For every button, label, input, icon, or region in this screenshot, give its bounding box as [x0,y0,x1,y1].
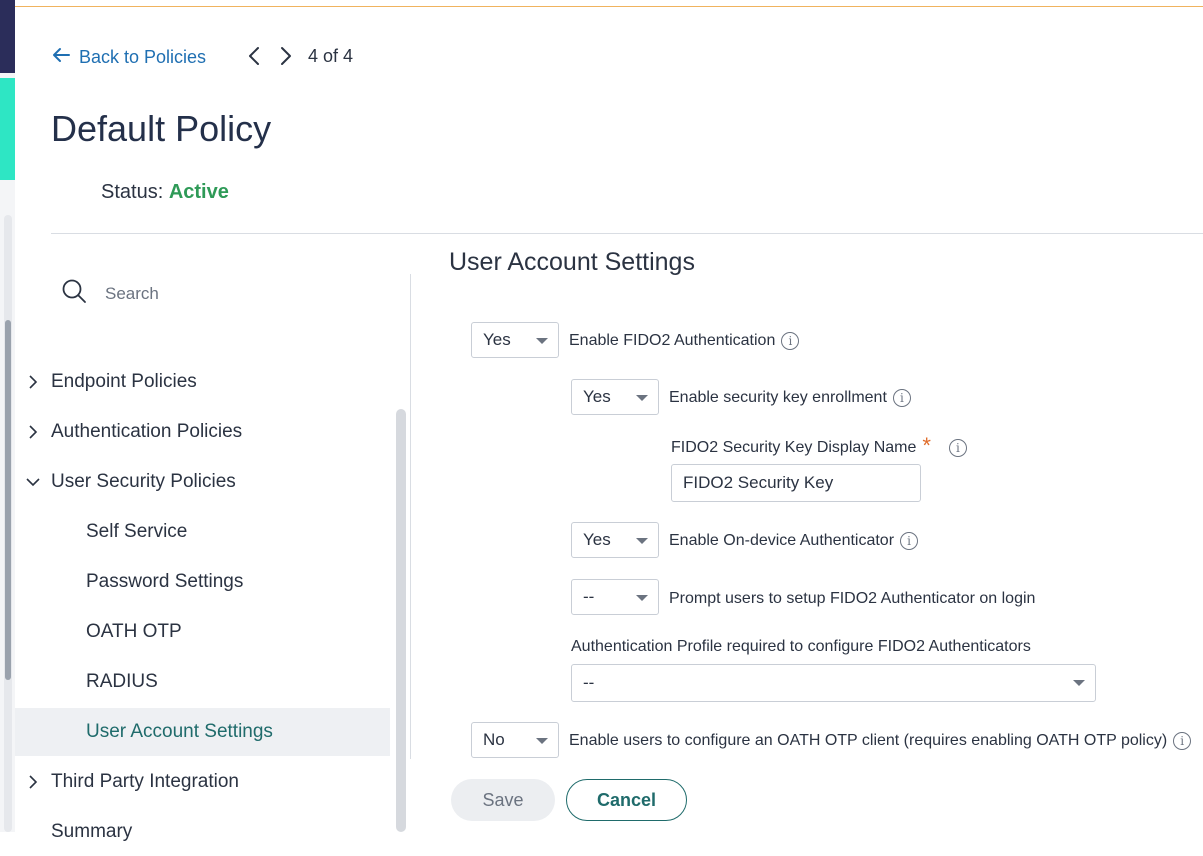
info-icon[interactable]: i [948,439,967,457]
fido2-enable-select[interactable]: Yes [471,322,559,358]
app-rail-accent-block [0,78,15,180]
sidebar-item-label: User Account Settings [86,721,273,742]
status-badge: Active [168,181,229,203]
sidebar-divider [410,274,411,759]
sidebar-item-label: Self Service [86,521,188,542]
next-policy-button[interactable] [276,44,296,68]
select-value: Yes [583,530,611,549]
caret-down-icon [636,395,648,401]
info-icon[interactable]: i [892,389,911,407]
previous-policy-button[interactable] [244,44,264,68]
security-key-enrollment-select[interactable]: Yes [571,379,659,415]
on-device-authenticator-select[interactable]: Yes [571,522,659,558]
chevron-down-icon [26,478,40,487]
sidebar-item-endpoint-policies[interactable]: Endpoint Policies [15,358,390,406]
display-name-label-row: FIDO2 Security Key Display Name * i [671,433,967,461]
sidebar-item-label: Password Settings [86,571,244,592]
sidebar-item-label: OATH OTP [86,621,182,642]
search-icon[interactable] [61,278,87,309]
fido2-enable-row: Enable FIDO2 Authentication i [569,332,800,350]
select-value: -- [583,673,595,692]
sidebar-search [61,278,345,309]
field-label: Authentication Profile required to confi… [571,638,1031,655]
chevron-right-icon [281,47,291,65]
sidebar-item-label: Authentication Policies [51,421,243,442]
arrow-left-icon [51,45,71,70]
section-title: User Account Settings [449,248,695,276]
caret-down-icon [636,538,648,544]
sidebar-item-user-account-settings[interactable]: User Account Settings [15,708,390,756]
sidebar-item-self-service[interactable]: Self Service [15,508,390,556]
auth-profile-label-row: Authentication Profile required to confi… [571,638,1031,656]
field-label: Enable FIDO2 Authentication [569,332,776,349]
search-input[interactable] [105,283,345,304]
sidebar-item-password-settings[interactable]: Password Settings [15,558,390,606]
select-value: Yes [483,330,511,349]
policy-pager: 4 of 4 [244,44,353,68]
top-rule [15,6,1203,7]
chevron-right-icon [29,775,38,789]
sidebar-item-summary[interactable]: Summary [15,808,390,856]
app-rail-header-block [0,0,15,73]
caret-down-icon [636,595,648,601]
policy-status: Status: Active [101,181,229,204]
sidebar-item-label: Summary [51,821,133,842]
required-asterisk: * [922,433,931,458]
status-label: Status: [101,181,164,203]
sidebar-item-label: User Security Policies [51,471,236,492]
policy-sidebar: Endpoint Policies Authentication Policie… [15,234,411,842]
back-link-label: Back to Policies [79,47,207,67]
page-scrollbar-thumb[interactable] [5,320,11,680]
on-device-authenticator-row: Enable On-device Authenticator i [669,532,919,550]
field-label: Enable On-device Authenticator [669,532,895,549]
sidebar-item-oath-otp[interactable]: OATH OTP [15,608,390,656]
prompt-setup-select[interactable]: -- [571,579,659,615]
chevron-right-icon [29,375,38,389]
info-icon[interactable]: i [781,332,800,350]
sidebar-item-label: RADIUS [86,671,158,692]
sidebar-item-radius[interactable]: RADIUS [15,658,390,706]
sidebar-item-label: Third Party Integration [51,771,239,792]
field-label: Enable users to configure an OATH OTP cl… [569,732,1168,749]
info-icon[interactable]: i [900,532,919,550]
oath-client-select[interactable]: No [471,722,559,758]
caret-down-icon [536,338,548,344]
field-label: Enable security key enrollment [669,389,887,406]
display-name-field[interactable] [671,464,921,502]
save-button[interactable]: Save [451,779,555,821]
page-title: Default Policy [51,108,272,149]
field-label: Prompt users to setup FIDO2 Authenticato… [669,590,1036,607]
chevron-right-icon [29,425,38,439]
select-value: -- [583,587,595,606]
cancel-button[interactable]: Cancel [566,779,687,821]
chevron-left-icon [249,47,259,65]
prompt-setup-row: Prompt users to setup FIDO2 Authenticato… [669,590,1035,608]
field-label: FIDO2 Security Key Display Name [671,439,917,456]
select-value: Yes [583,387,611,406]
sidebar-scrollbar[interactable] [396,409,406,832]
auth-profile-select[interactable]: -- [571,664,1096,702]
info-icon[interactable]: i [1173,732,1192,750]
security-key-enrollment-row: Enable security key enrollment i [669,389,911,407]
select-value: No [483,730,505,749]
oath-client-row: Enable users to configure an OATH OTP cl… [569,732,1192,750]
sidebar-item-third-party-integration[interactable]: Third Party Integration [15,758,390,806]
caret-down-icon [536,738,548,744]
pager-count: 4 of 4 [308,45,354,66]
sidebar-item-label: Endpoint Policies [51,371,197,392]
sidebar-item-authentication-policies[interactable]: Authentication Policies [15,408,390,456]
sidebar-item-user-security-policies[interactable]: User Security Policies [15,458,390,506]
caret-down-icon [1073,680,1085,686]
back-to-policies-link[interactable]: Back to Policies [51,45,206,70]
